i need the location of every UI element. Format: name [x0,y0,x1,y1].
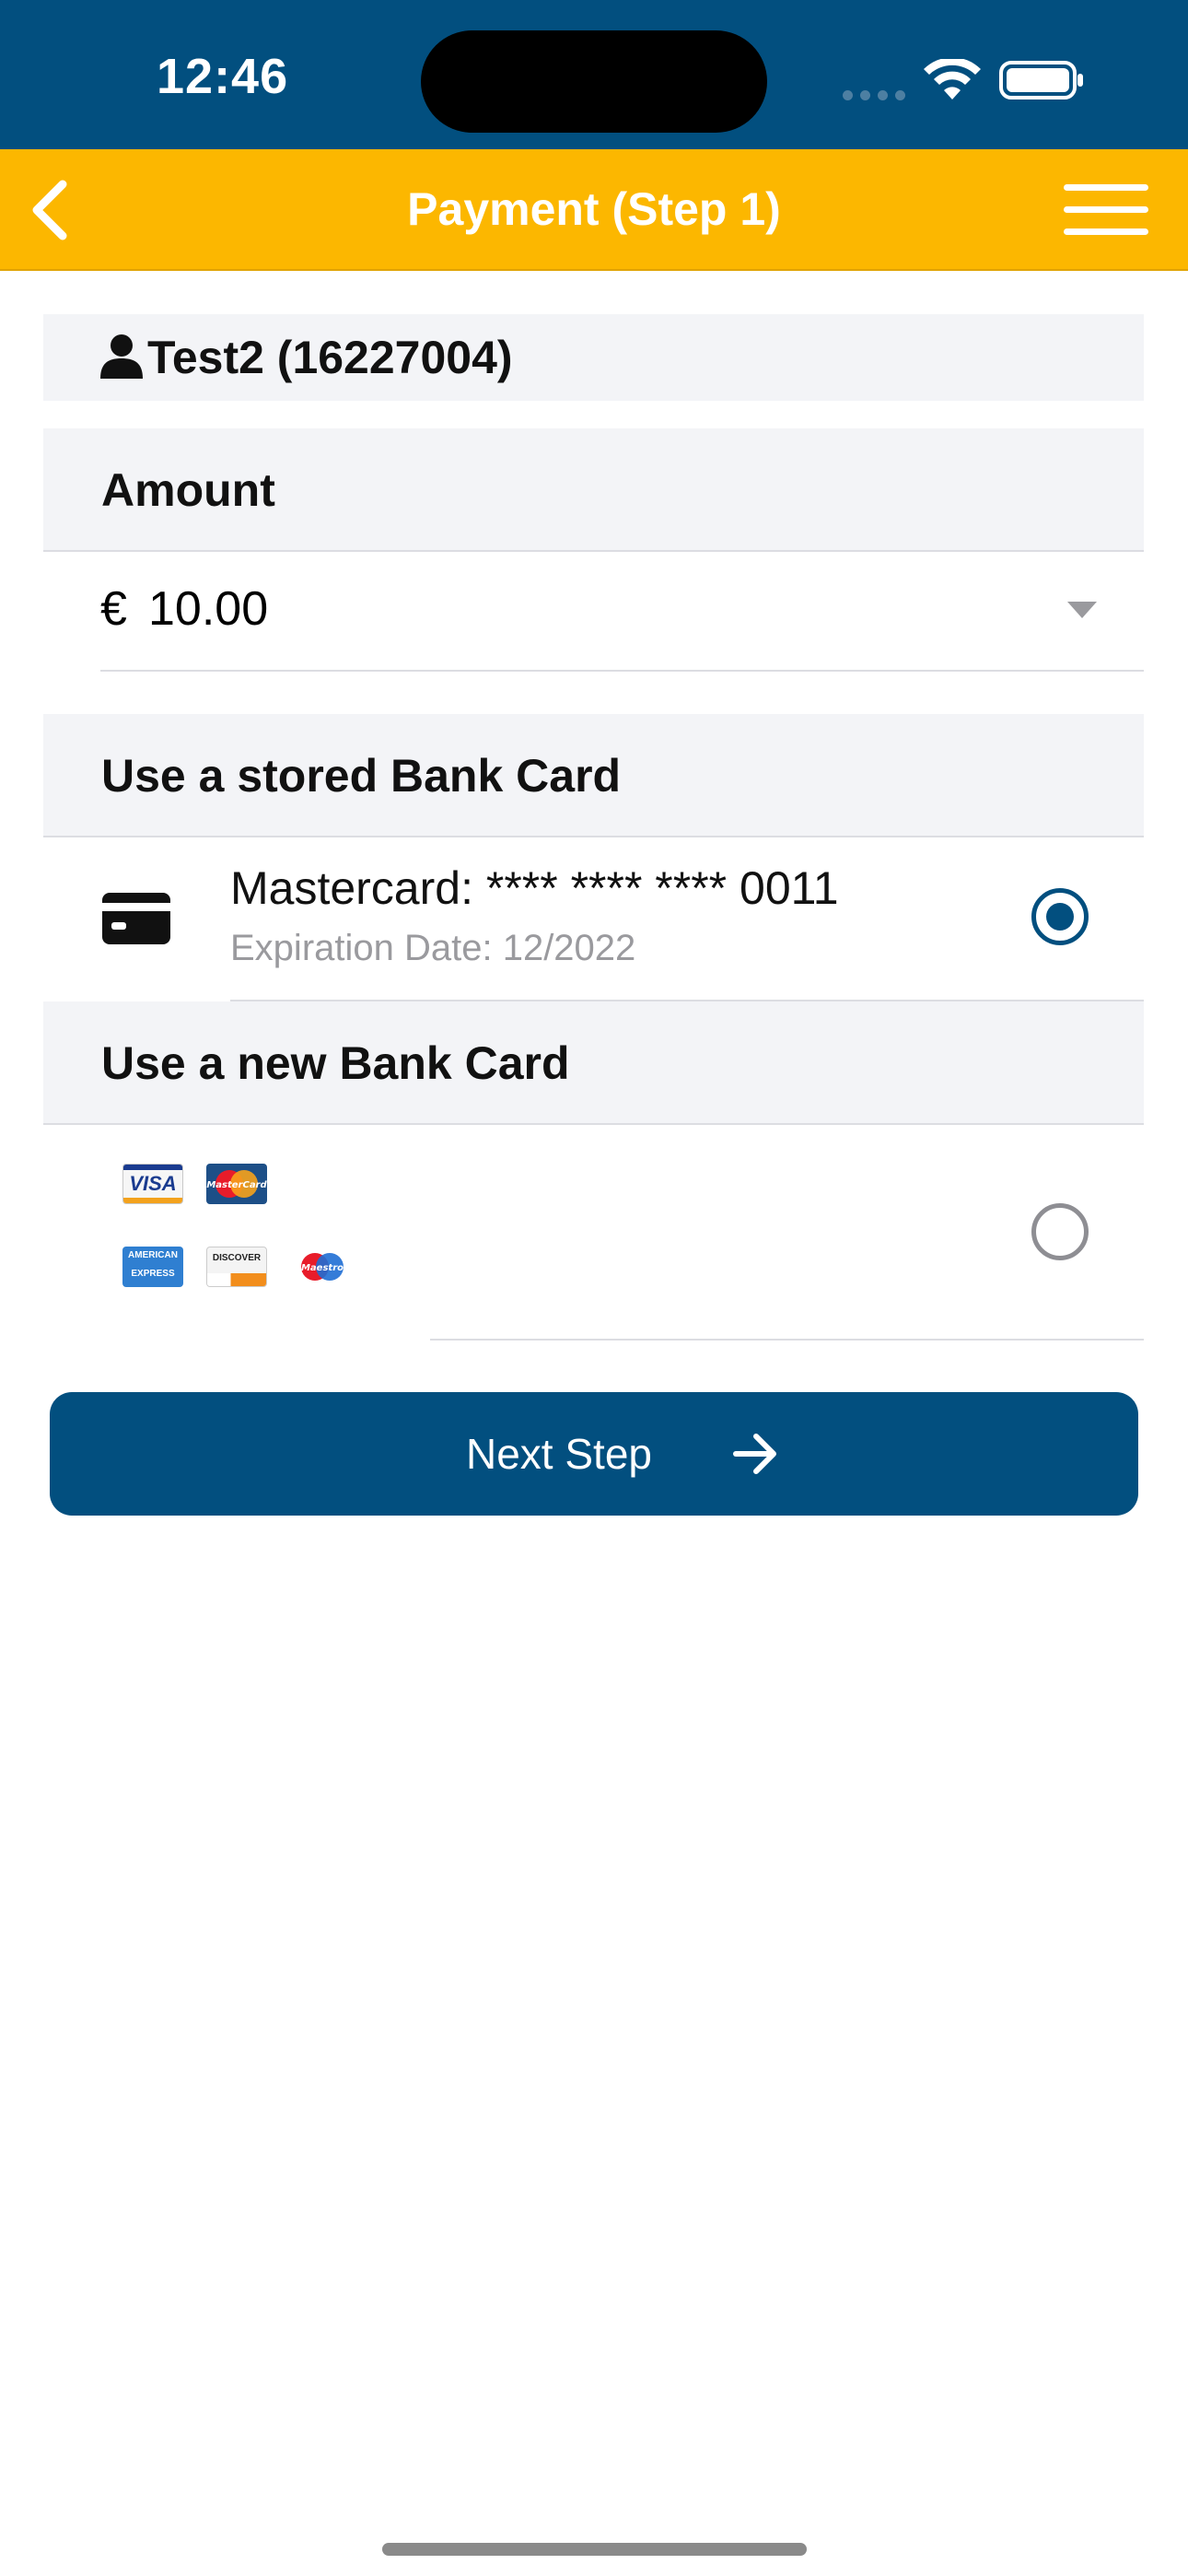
battery-icon [999,61,1083,100]
page-title: Payment (Step 1) [407,183,781,235]
new-card-section-header: Use a new Bank Card [43,1001,1144,1125]
dynamic-island [421,30,767,133]
nav-bar: Payment (Step 1) [0,149,1188,271]
maestro-logo-icon: Maestro [292,1247,353,1287]
user-icon [100,334,143,379]
user-row: Test2 (16227004) [43,314,1144,401]
next-step-button[interactable]: Next Step [50,1392,1138,1516]
amount-value: 10.00 [148,582,269,636]
new-card-radio[interactable] [1031,1203,1089,1260]
amount-header: Amount [101,464,275,516]
amount-section-header: Amount [43,428,1144,552]
stored-card-number: Mastercard: **** **** **** 0011 [230,862,839,914]
next-step-label: Next Step [466,1430,652,1478]
status-bar: 12:46 [0,0,1188,149]
svg-text:MasterCard: MasterCard [206,1180,267,1190]
menu-button[interactable] [1064,184,1148,240]
chevron-down-icon[interactable] [1067,602,1097,618]
menu-line-icon [1064,228,1148,235]
stored-card-option[interactable]: Mastercard: **** **** **** 0011 Expirati… [43,836,1144,1000]
stored-card-radio[interactable] [1031,888,1089,945]
wifi-icon [924,59,981,100]
divider [430,1339,1144,1341]
user-name: Test2 (16227004) [147,332,513,383]
credit-card-icon [102,893,170,944]
status-time: 12:46 [157,49,289,104]
cellular-signal-icon [843,88,913,105]
menu-line-icon [1064,206,1148,213]
currency-symbol: € [100,582,127,636]
stored-card-section-header: Use a stored Bank Card [43,714,1144,837]
stored-card-expiry: Expiration Date: 12/2022 [230,928,636,968]
amount-select[interactable]: € 10.00 [100,550,1144,672]
discover-logo-icon: DISCOVER [206,1247,267,1287]
new-card-header: Use a new Bank Card [101,1037,570,1089]
arrow-right-icon [733,1434,776,1474]
visa-logo-icon: VISA [122,1164,183,1204]
amex-logo-icon: AMERICAN EXPRESS [122,1247,183,1287]
stored-card-header: Use a stored Bank Card [101,750,622,802]
mastercard-logo-icon: MasterCard [206,1164,267,1204]
maestro-label: Maestro [301,1263,344,1273]
menu-line-icon [1064,184,1148,191]
new-card-option[interactable]: VISA MasterCard AMERICAN EXPRESS DISCOVE… [43,1125,1144,1340]
home-indicator[interactable] [382,2543,807,2556]
